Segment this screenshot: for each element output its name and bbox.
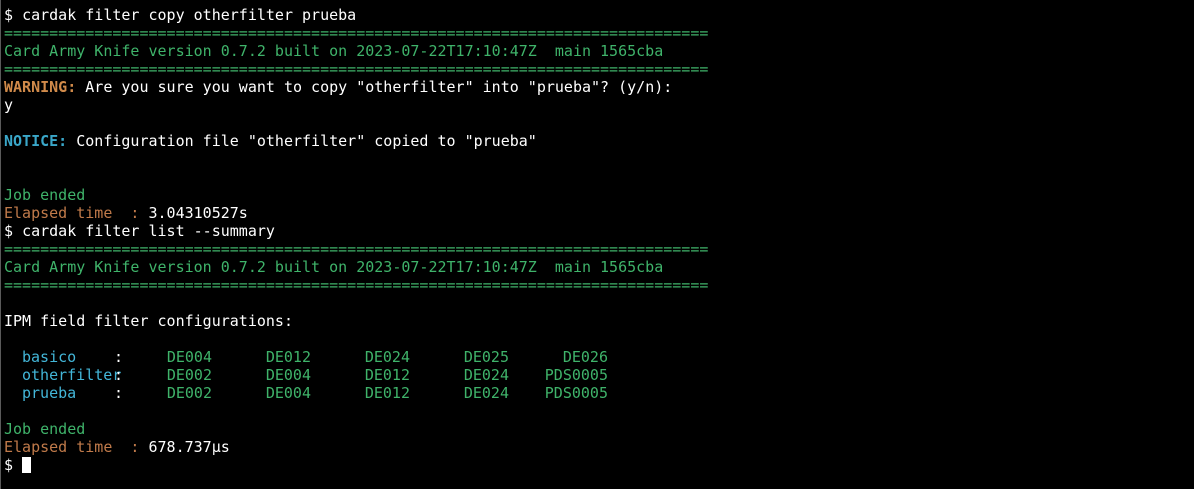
version-banner: Card Army Knife version 0.7.2 built on 2… xyxy=(4,42,664,60)
notice-text: Configuration file "otherfilter" copied … xyxy=(67,132,537,150)
separator-line: ========================================… xyxy=(4,60,709,78)
filter-field: DE004 xyxy=(166,348,212,366)
notice-line: NOTICE: Configuration file "otherfilter"… xyxy=(4,132,1194,150)
separator-line: ========================================… xyxy=(4,240,709,258)
version-banner: Card Army Knife version 0.7.2 built on 2… xyxy=(4,258,664,276)
filter-colon: : xyxy=(114,348,124,366)
active-prompt-line[interactable]: $ xyxy=(4,456,1194,474)
job-ended-text: Job ended xyxy=(4,186,86,204)
text-cursor[interactable] xyxy=(22,457,32,473)
filter-name: basico xyxy=(22,348,77,366)
filter-field: DE024 xyxy=(364,348,410,366)
elapsed-time-line: Elapsed time : 678.737µs xyxy=(4,438,1194,456)
warning-line: WARNING: Are you sure you want to copy "… xyxy=(4,78,1194,96)
elapsed-label: Elapsed time : xyxy=(4,438,140,456)
filter-colon: : xyxy=(114,384,124,402)
job-ended-text: Job ended xyxy=(4,420,86,438)
user-answer: y xyxy=(4,96,14,114)
warning-text: Are you sure you want to copy "otherfilt… xyxy=(76,78,673,96)
section-title: IPM field filter configurations: xyxy=(4,312,293,330)
notice-label: NOTICE: xyxy=(4,132,68,150)
filter-colon: : xyxy=(114,366,124,384)
filter-field: PDS0005 xyxy=(544,366,608,384)
filter-name: otherfilter xyxy=(22,366,122,384)
filter-name: prueba xyxy=(22,384,77,402)
elapsed-value: 678.737µs xyxy=(139,438,230,456)
prompt-symbol: $ xyxy=(4,6,14,24)
separator-line: ========================================… xyxy=(4,24,709,42)
filter-row-otherfilter: otherfilter : DE002 DE004 DE012 DE024 PD… xyxy=(4,366,1194,384)
filter-row-prueba: prueba : DE002 DE004 DE012 DE024 PDS0005 xyxy=(4,384,1194,402)
prompt-symbol: $ xyxy=(4,222,14,240)
filter-field: DE012 xyxy=(364,366,410,384)
elapsed-label: Elapsed time : xyxy=(4,204,140,222)
filter-field: DE024 xyxy=(463,366,509,384)
filter-field: DE012 xyxy=(364,384,410,402)
warning-label: WARNING: xyxy=(4,78,77,96)
separator-line: ========================================… xyxy=(4,276,709,294)
command-line-1: $ cardak filter copy otherfilter prueba xyxy=(4,6,1194,24)
terminal-window[interactable]: $ cardak filter copy otherfilter prueba … xyxy=(0,0,1194,489)
filter-field: DE024 xyxy=(463,384,509,402)
filter-field: DE004 xyxy=(265,366,311,384)
filter-field: DE002 xyxy=(166,366,212,384)
filter-field: DE012 xyxy=(265,348,311,366)
filter-field: DE004 xyxy=(265,384,311,402)
filter-field: DE002 xyxy=(166,384,212,402)
elapsed-value: 3.04310527s xyxy=(139,204,248,222)
elapsed-time-line: Elapsed time : 3.04310527s xyxy=(4,204,1194,222)
command-line-2: $ cardak filter list --summary xyxy=(4,222,1194,240)
command-text: cardak filter copy otherfilter prueba xyxy=(22,6,357,24)
filter-row-basico: basico : DE004 DE012 DE024 DE025 DE026 xyxy=(4,348,1194,366)
filter-field: DE025 xyxy=(463,348,509,366)
prompt-symbol: $ xyxy=(4,456,14,474)
command-text: cardak filter list --summary xyxy=(22,222,275,240)
filter-field: DE026 xyxy=(562,348,608,366)
filter-field: PDS0005 xyxy=(544,384,608,402)
